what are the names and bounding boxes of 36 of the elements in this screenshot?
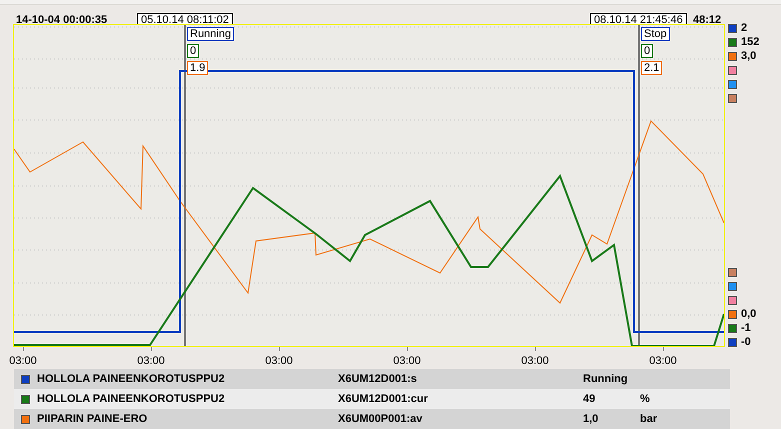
- cursor-label: Running: [187, 27, 234, 42]
- scale-value: 3,0: [741, 52, 756, 62]
- time-tick-label: 03:00: [265, 354, 293, 370]
- cursor-label: Stop: [641, 27, 670, 42]
- scale-value: 2: [741, 24, 748, 34]
- legend-row[interactable]: HOLLOLA PAINEENKOROTUSPPU2 X6UM12D001:s Running: [14, 369, 730, 390]
- series-name: HOLLOLA PAINEENKOROTUSPPU2: [37, 392, 226, 407]
- scale-value: -0: [741, 338, 751, 348]
- start-time: 14-10-04 00:00:35: [16, 14, 108, 28]
- time-tick-label: 03:00: [649, 354, 677, 370]
- cursor-reading: 2.1: [641, 61, 662, 76]
- end-time: 48:12: [693, 14, 722, 28]
- scale-value: -1: [741, 324, 751, 334]
- time-tick-label: 03:00: [137, 354, 165, 370]
- series-unit: %: [640, 392, 650, 407]
- series-value: Running: [583, 372, 629, 387]
- time-tick-label: 03:00: [393, 354, 421, 370]
- series-unit: bar: [640, 412, 658, 427]
- scale-value: 152: [741, 38, 760, 48]
- cursor-reading: 0: [187, 44, 200, 58]
- time-tick-label: 03:00: [521, 354, 549, 370]
- cursor-line[interactable]: [638, 25, 640, 346]
- series-tag: X6UM12D001:cur: [338, 390, 583, 408]
- cursor-line[interactable]: [184, 25, 186, 346]
- legend-row[interactable]: PIIPARIN PAINE-ERO X6UM00P001:av 1,0 bar: [14, 409, 730, 429]
- series-value: 49: [583, 392, 596, 407]
- legend-row[interactable]: HOLLOLA PAINEENKOROTUSPPU2 X6UM12D001:cur 49 %: [14, 389, 730, 410]
- series-value: 1,0: [583, 412, 600, 427]
- series-name: PIIPARIN PAINE-ERO: [37, 412, 148, 427]
- series-tag: X6UM12D001:s: [338, 370, 583, 388]
- series-name: HOLLOLA PAINEENKOROTUSPPU2: [37, 372, 226, 387]
- cursor-reading: 0: [641, 44, 654, 58]
- time-tick-label: 03:00: [9, 354, 37, 370]
- scale-value: 0,0: [741, 310, 756, 320]
- series-tag: X6UM00P001:av: [338, 410, 583, 428]
- cursor-reading: 1.9: [187, 61, 208, 76]
